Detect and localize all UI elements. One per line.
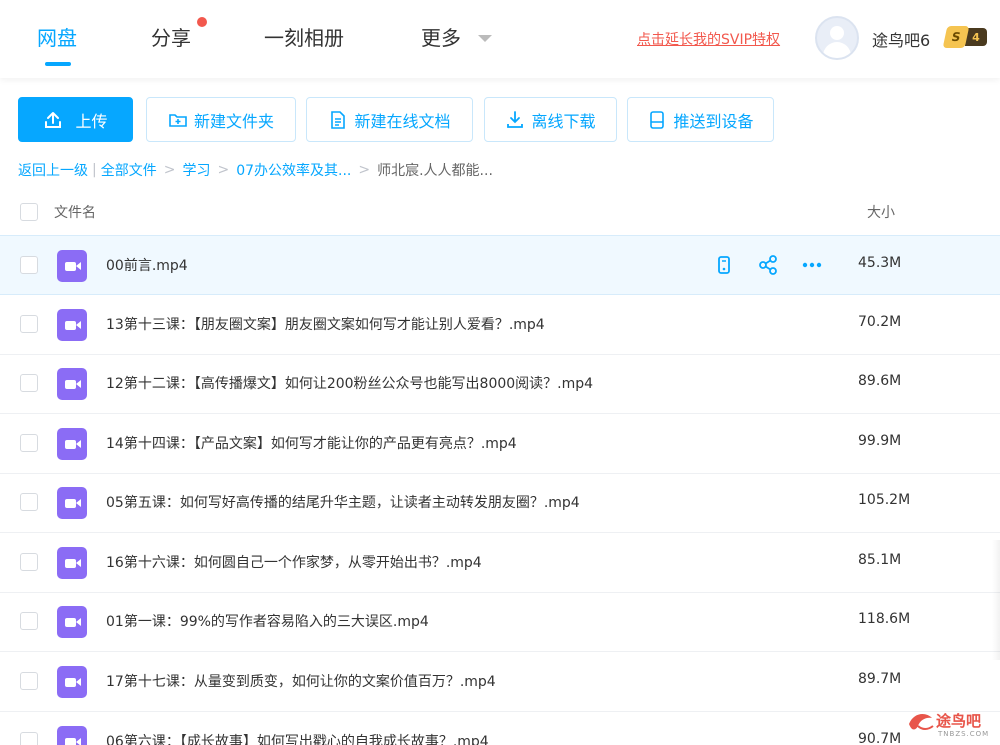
file-name[interactable]: 05第五课：如何写好高传播的结尾升华主题，让读者主动转发朋友圈？.mp4 (106, 492, 580, 512)
file-name[interactable]: 01第一课：99%的写作者容易陷入的三大误区.mp4 (106, 611, 429, 631)
breadcrumb-divider: | (92, 162, 97, 178)
file-size: 85.1M (858, 552, 902, 568)
table-row[interactable]: 05第五课：如何写好高传播的结尾升华主题，让读者主动转发朋友圈？.mp4 105… (0, 473, 1000, 533)
file-size: 45.3M (858, 255, 902, 271)
breadcrumb-separator: > (163, 162, 176, 178)
row-checkbox[interactable] (20, 672, 38, 690)
file-size: 89.7M (858, 671, 902, 687)
breadcrumb-separator: > (217, 162, 230, 178)
file-name[interactable]: 13第十三课：【朋友圈文案】朋友圈文案如何写才能让别人爱看？.mp4 (106, 314, 545, 334)
row-checkbox[interactable] (20, 315, 38, 333)
select-all-checkbox[interactable] (20, 203, 38, 221)
row-checkbox[interactable] (20, 732, 38, 745)
breadcrumb: 返回上一级 | 全部文件 > 学习 > 07办公效率及其... > 师北宸.人人… (18, 160, 493, 180)
download-icon (507, 110, 524, 128)
scrollbar-edge (992, 540, 1000, 660)
column-header-size[interactable]: 大小 (867, 202, 895, 222)
table-row[interactable]: 16第十六课：如何圆自己一个作家梦，从零开始出书？.mp4 85.1M (0, 533, 1000, 593)
table-row[interactable]: 13第十三课：【朋友圈文案】朋友圈文案如何写才能让别人爱看？.mp4 70.2M (0, 295, 1000, 355)
notification-dot (197, 17, 207, 27)
device-icon (650, 110, 665, 129)
push-to-device-label: 推送到设备 (673, 111, 754, 131)
chevron-down-icon[interactable] (478, 35, 492, 42)
offline-download-button[interactable]: 离线下载 (484, 97, 617, 142)
video-file-icon (57, 250, 87, 282)
row-checkbox[interactable] (20, 553, 38, 571)
file-name[interactable]: 12第十二课：【高传播爆文】如何让200粉丝公众号也能写出8000阅读？.mp4 (106, 373, 593, 393)
new-folder-button[interactable]: 新建文件夹 (146, 97, 296, 142)
row-checkbox[interactable] (20, 493, 38, 511)
file-name[interactable]: 16第十六课：如何圆自己一个作家梦，从零开始出书？.mp4 (106, 552, 482, 572)
file-name[interactable]: 17第十七课：从量变到质变，如何让你的文案价值百万？.mp4 (106, 671, 496, 691)
video-file-icon (57, 368, 87, 400)
video-file-icon (57, 428, 87, 460)
share-icon[interactable] (756, 253, 780, 277)
top-navigation: 网盘 分享 一刻相册 更多 点击延长我的SVIP特权 途鸟吧6 S 4 (0, 0, 1000, 78)
file-size: 105.2M (858, 492, 911, 508)
bird-logo-icon (909, 714, 934, 730)
breadcrumb-item-folder[interactable]: 07办公效率及其... (236, 160, 351, 180)
video-file-icon (57, 487, 87, 519)
row-checkbox[interactable] (20, 434, 38, 452)
document-icon (331, 110, 346, 129)
username[interactable]: 途鸟吧6 (872, 27, 930, 51)
upload-label: 上传 (75, 111, 108, 131)
breadcrumb-item-all-files[interactable]: 全部文件 (101, 160, 157, 180)
upload-button[interactable]: 上传 (18, 97, 133, 142)
row-checkbox[interactable] (20, 612, 38, 630)
file-name[interactable]: 14第十四课：【产品文案】如何写才能让你的产品更有亮点？.mp4 (106, 433, 517, 453)
new-online-doc-button[interactable]: 新建在线文档 (306, 97, 473, 142)
row-checkbox[interactable] (20, 374, 38, 392)
file-size: 118.6M (858, 611, 911, 627)
new-folder-label: 新建文件夹 (193, 111, 274, 131)
row-actions (712, 253, 824, 277)
svip-renew-link[interactable]: 点击延长我的SVIP特权 (637, 29, 780, 49)
table-row[interactable]: 14第十四课：【产品文案】如何写才能让你的产品更有亮点？.mp4 99.9M (0, 414, 1000, 474)
file-size: 90.7M (858, 731, 902, 745)
more-options-icon[interactable] (800, 253, 824, 277)
file-size: 70.2M (858, 314, 902, 330)
avatar-head-shape (830, 26, 844, 40)
avatar-body-shape (823, 42, 851, 58)
file-name[interactable]: 00前言.mp4 (106, 255, 188, 275)
file-size: 89.6M (858, 373, 902, 389)
video-file-icon (57, 547, 87, 579)
breadcrumb-separator: > (358, 162, 371, 178)
new-online-doc-label: 新建在线文档 (354, 111, 451, 131)
row-checkbox[interactable] (20, 256, 38, 274)
push-to-device-button[interactable]: 推送到设备 (627, 97, 774, 142)
tab-more[interactable]: 更多 (421, 22, 461, 51)
active-tab-indicator (45, 62, 71, 66)
breadcrumb-back[interactable]: 返回上一级 (18, 160, 88, 180)
breadcrumb-item-study[interactable]: 学习 (182, 160, 210, 180)
tab-netdisk[interactable]: 网盘 (37, 22, 77, 51)
table-row[interactable]: 00前言.mp4 45.3M (0, 235, 1000, 295)
breadcrumb-current: 师北宸.人人都能... (377, 163, 493, 179)
table-row[interactable]: 06第六课：【成长故事】如何写出戳心的自我成长故事？.mp4 90.7M (0, 712, 1000, 745)
table-row[interactable]: 17第十七课：从量变到质变，如何让你的文案价值百万？.mp4 89.7M (0, 652, 1000, 712)
table-row[interactable]: 01第一课：99%的写作者容易陷入的三大误区.mp4 118.6M (0, 592, 1000, 652)
offline-download-label: 离线下载 (531, 111, 596, 131)
watermark-subtext: TNBZS.COM (938, 730, 990, 738)
video-file-icon (57, 309, 87, 341)
tab-share[interactable]: 分享 (151, 22, 191, 51)
tab-moments-album[interactable]: 一刻相册 (264, 22, 344, 51)
video-file-icon (57, 726, 87, 745)
table-row[interactable]: 12第十二课：【高传播爆文】如何让200粉丝公众号也能写出8000阅读？.mp4… (0, 354, 1000, 414)
avatar[interactable] (815, 16, 859, 60)
push-device-icon[interactable] (712, 253, 736, 277)
vip-level-badge[interactable]: S 4 (942, 26, 987, 48)
column-header-filename[interactable]: 文件名 (54, 202, 96, 222)
file-name[interactable]: 06第六课：【成长故事】如何写出戳心的自我成长故事？.mp4 (106, 731, 489, 745)
file-size: 99.9M (858, 433, 902, 449)
watermark-text: 途鸟吧 (936, 712, 982, 730)
file-table-header: 文件名 大小 (0, 196, 1000, 234)
add-folder-icon (169, 113, 187, 127)
video-file-icon (57, 666, 87, 698)
video-file-icon (57, 606, 87, 638)
upload-icon (45, 111, 62, 128)
watermark-logo: 途鸟吧 TNBZS.COM (906, 708, 996, 742)
